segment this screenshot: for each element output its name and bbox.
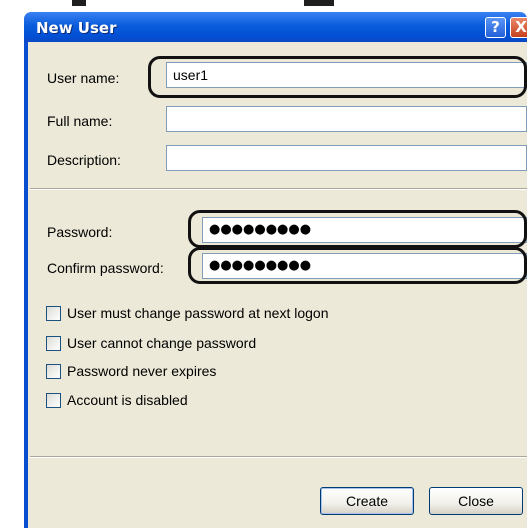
password-field[interactable]: ●●●●●●●●●	[202, 217, 527, 243]
confirm-password-label: Confirm password:	[47, 260, 164, 276]
help-button[interactable]: ?	[485, 17, 506, 38]
option-label: Account is disabled	[67, 392, 188, 408]
separator	[30, 456, 527, 458]
checkbox[interactable]	[46, 393, 61, 408]
option-label: User must change password at next logon	[67, 305, 329, 321]
username-field[interactable]: user1	[166, 62, 527, 88]
close-icon: X	[515, 18, 527, 36]
option-label: Password never expires	[67, 363, 217, 379]
checkbox[interactable]	[46, 306, 61, 321]
username-label: User name:	[47, 70, 120, 86]
checkbox[interactable]	[46, 364, 61, 379]
background-fragment	[304, 0, 334, 6]
fullname-field[interactable]	[166, 106, 527, 132]
option-label: User cannot change password	[67, 335, 257, 351]
new-user-dialog: New User ? X User name: user1 Full name:…	[24, 0, 527, 528]
dialog-title: New User	[36, 19, 117, 37]
separator	[30, 188, 527, 190]
description-label: Description:	[47, 152, 121, 168]
password-label: Password:	[47, 224, 113, 240]
description-field[interactable]	[166, 145, 527, 171]
create-button[interactable]: Create	[320, 487, 414, 515]
confirm-password-field[interactable]: ●●●●●●●●●	[202, 253, 527, 279]
checkbox[interactable]	[46, 336, 61, 351]
fullname-label: Full name:	[47, 113, 113, 129]
background-fragment	[72, 0, 86, 6]
window-border	[24, 42, 28, 528]
help-icon: ?	[491, 18, 500, 36]
close-window-button[interactable]: X	[510, 17, 527, 38]
close-button[interactable]: Close	[429, 487, 523, 515]
